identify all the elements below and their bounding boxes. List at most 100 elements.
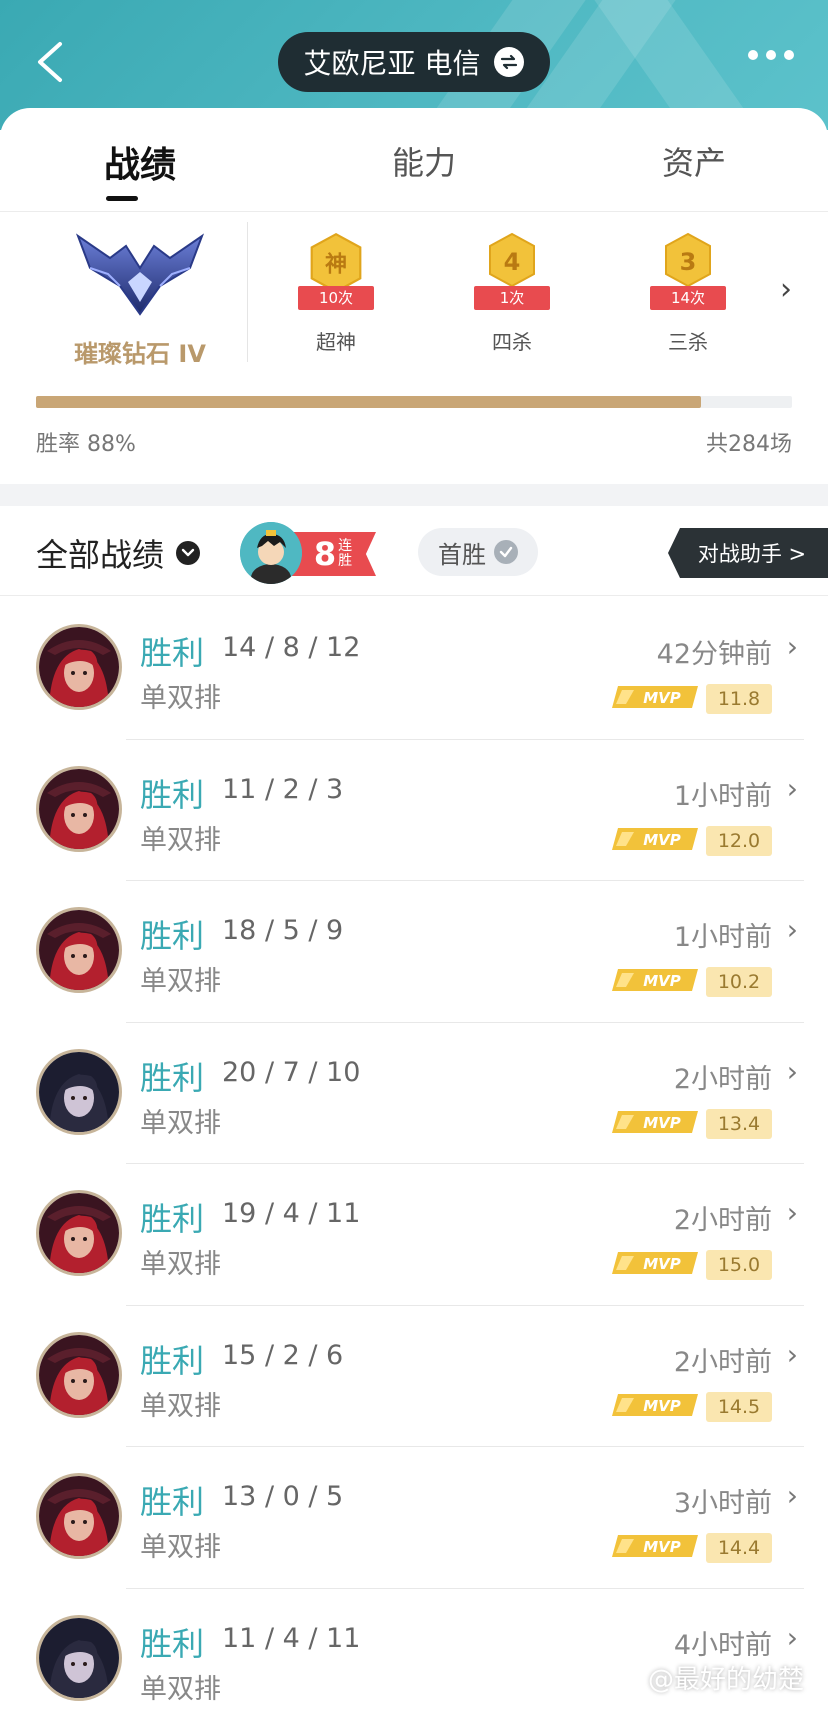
- achievement-count: 14次: [650, 286, 726, 310]
- match-time: 42分钟前: [656, 639, 772, 670]
- match-result: 胜利: [140, 634, 205, 672]
- svg-text:4: 4: [504, 248, 521, 276]
- rank-section: 璀璨钻石 IV 神 10次 超神 4 1次 四杀 3 14次 三杀 ›: [0, 214, 828, 374]
- achievement-label: 超神: [316, 330, 356, 354]
- first-win-badge[interactable]: 首胜: [418, 528, 538, 576]
- win-rate-label: 胜率 88%: [36, 432, 136, 457]
- chevron-right-icon: ›: [786, 1337, 798, 1371]
- champion-avatar: [36, 624, 122, 710]
- win-streak-badge: 8 连胜: [240, 522, 376, 584]
- mvp-badge-icon: MVP: [612, 1393, 698, 1416]
- tab-assets[interactable]: 资产: [662, 138, 726, 184]
- match-time: 1小时前: [673, 780, 772, 812]
- match-kda: 20 / 7 / 10: [222, 1056, 361, 1088]
- match-score: 14.4: [706, 1533, 772, 1563]
- match-mode: 单双排: [140, 824, 221, 856]
- champion-avatar: [36, 1190, 122, 1276]
- svg-text:MVP: MVP: [643, 831, 681, 849]
- match-kda: 13 / 0 / 5: [222, 1481, 344, 1512]
- match-mode: 单双排: [140, 1107, 221, 1139]
- more-options-icon[interactable]: [748, 50, 794, 60]
- main-panel: 战绩 能力 资产 璀璨钻石 IV 神 10次 超神 4 1次 四杀 3 14次 …: [0, 108, 828, 1714]
- match-kda: 11 / 2 / 3: [222, 773, 344, 805]
- match-result: 胜利: [140, 775, 205, 814]
- triple-kill-badge-icon: 3: [665, 232, 711, 288]
- match-kda: 15 / 2 / 6: [222, 1339, 344, 1371]
- match-row[interactable]: 胜利 18 / 5 / 9 单双排 1小时前 › MVP 10.2: [0, 881, 828, 1023]
- streak-text: 连胜: [338, 538, 353, 569]
- svg-text:MVP: MVP: [643, 1255, 681, 1273]
- champion-avatar: [36, 1331, 122, 1418]
- match-kda: 11 / 4 / 11: [222, 1622, 361, 1654]
- achievement-triple-kill[interactable]: 3 14次 三杀: [628, 224, 748, 355]
- rank-name: 璀璨钻石 IV: [74, 340, 206, 368]
- match-result: 胜利: [140, 1624, 205, 1663]
- match-result: 胜利: [140, 1341, 205, 1380]
- chevron-down-icon: [176, 541, 201, 565]
- win-rate-fill: [36, 396, 702, 408]
- streak-count: 8: [313, 535, 337, 573]
- filter-row: 全部战绩 8 连胜 首胜 对战助手 >: [0, 506, 828, 596]
- streak-flag: 8 连胜: [292, 532, 376, 576]
- match-time: 2小时前: [673, 1205, 772, 1236]
- match-score: 12.0: [706, 825, 772, 856]
- match-row[interactable]: 胜利 19 / 4 / 11 单双排 2小时前 › MVP 15.0: [0, 1164, 828, 1306]
- rank-block[interactable]: 璀璨钻石 IV: [40, 214, 240, 374]
- watermark: @最好的幼楚: [647, 1665, 804, 1695]
- match-row[interactable]: 胜利 11 / 2 / 3 单双排 1小时前 › MVP 12.0: [0, 740, 828, 881]
- server-name: 艾欧尼亚 电信: [303, 47, 481, 80]
- svg-text:3: 3: [680, 248, 697, 276]
- match-result: 胜利: [140, 917, 205, 955]
- chevron-right-icon: ›: [786, 630, 798, 663]
- match-list: 胜利 14 / 8 / 12 单双排 42分钟前 › MVP 11.8 胜利 1…: [0, 598, 828, 1714]
- tab-bar: 战绩 能力 资产: [0, 108, 828, 212]
- svg-text:MVP: MVP: [643, 1397, 681, 1415]
- match-score: 11.8: [706, 684, 772, 714]
- svg-text:MVP: MVP: [643, 972, 681, 990]
- mvp-badge-icon: MVP: [612, 1110, 698, 1133]
- section-divider: [247, 222, 248, 362]
- match-row[interactable]: 胜利 14 / 8 / 12 单双排 42分钟前 › MVP 11.8: [0, 598, 828, 740]
- total-games-label: 共284场: [706, 432, 792, 457]
- chevron-right-icon[interactable]: ›: [780, 272, 792, 307]
- match-result: 胜利: [140, 1483, 205, 1521]
- match-time: 2小时前: [673, 1346, 772, 1378]
- match-result: 胜利: [140, 1200, 205, 1238]
- diamond-rank-icon: [75, 233, 205, 316]
- achievement-label: 四杀: [492, 330, 532, 354]
- achievement-count: 10次: [298, 286, 374, 310]
- tab-record[interactable]: 战绩: [104, 136, 176, 188]
- match-time: 2小时前: [673, 1063, 772, 1095]
- match-score: 14.5: [706, 1391, 772, 1422]
- match-filter-dropdown[interactable]: 全部战绩: [36, 530, 201, 576]
- achievement-quadra-kill[interactable]: 4 1次 四杀: [452, 224, 572, 355]
- tab-ability[interactable]: 能力: [392, 138, 456, 184]
- chevron-right-icon: ›: [786, 1054, 798, 1088]
- back-button[interactable]: [30, 38, 74, 86]
- match-score: 15.0: [706, 1250, 772, 1280]
- chevron-left-icon: [38, 42, 62, 82]
- match-kda: 14 / 8 / 12: [222, 632, 361, 663]
- mvp-badge-icon: MVP: [612, 827, 698, 850]
- match-row[interactable]: 胜利 15 / 2 / 6 单双排 2小时前 › MVP 14.5: [0, 1306, 828, 1447]
- win-rate-bar: [36, 396, 792, 408]
- swap-icon: [494, 47, 525, 77]
- achievement-godlike[interactable]: 神 10次 超神: [276, 224, 396, 355]
- check-icon: [494, 540, 518, 564]
- first-win-label: 首胜: [438, 540, 486, 569]
- match-row[interactable]: 胜利 20 / 7 / 10 单双排 2小时前 › MVP 13.4: [0, 1023, 828, 1164]
- active-tab-indicator: [106, 196, 138, 201]
- mvp-badge-icon: MVP: [612, 686, 698, 708]
- chevron-right-icon: ›: [786, 1196, 798, 1229]
- champion-avatar: [36, 907, 122, 993]
- battle-assistant-button[interactable]: 对战助手 >: [668, 528, 828, 578]
- server-switch-button[interactable]: 艾欧尼亚 电信: [278, 32, 550, 92]
- match-mode: 单双排: [140, 683, 221, 714]
- svg-text:MVP: MVP: [643, 689, 681, 707]
- quadra-kill-badge-icon: 4: [489, 232, 535, 288]
- svg-text:MVP: MVP: [643, 1114, 681, 1132]
- match-time: 1小时前: [673, 922, 772, 953]
- champion-avatar: [36, 1048, 122, 1135]
- match-row[interactable]: 胜利 13 / 0 / 5 单双排 3小时前 › MVP 14.4: [0, 1447, 828, 1589]
- chevron-right-icon: ›: [786, 771, 798, 805]
